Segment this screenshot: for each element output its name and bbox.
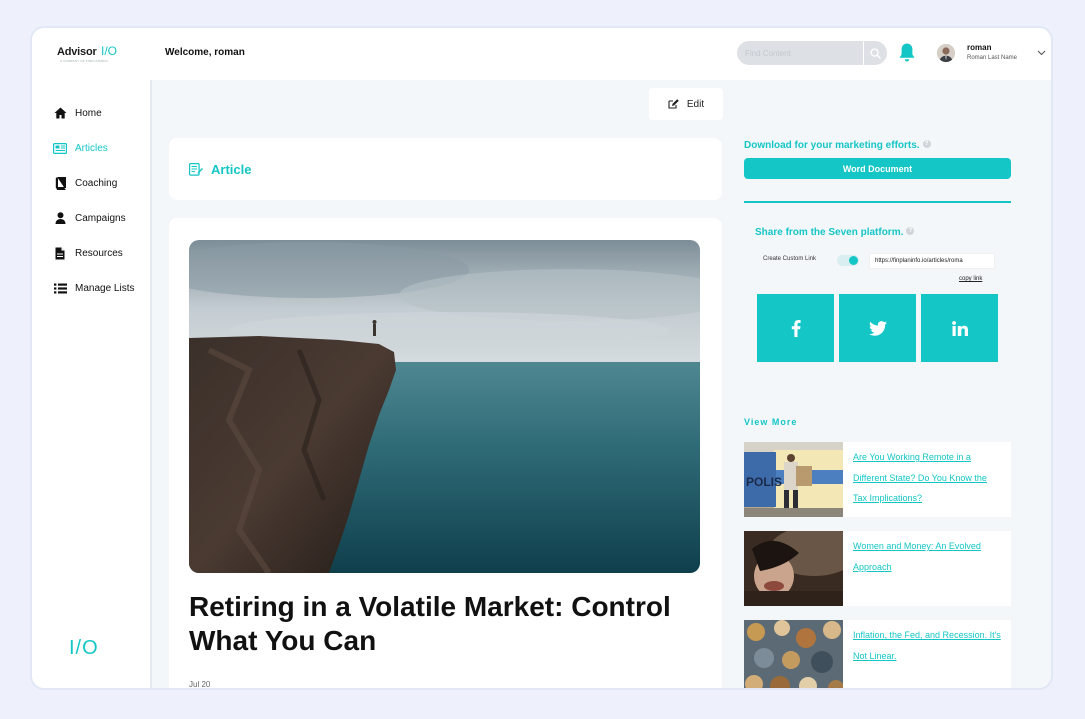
sidebar-item-label: Resources <box>75 247 123 259</box>
share-title: Share from the Seven platform.? <box>755 227 915 238</box>
view-more-thumbnail <box>744 531 843 606</box>
view-more-thumbnail <box>744 620 843 688</box>
view-more-title: View More <box>744 417 798 427</box>
share-title-text: Share from the Seven platform. <box>755 227 904 238</box>
view-more-link[interactable]: Women and Money: An Evolved Approach <box>843 531 1011 606</box>
logo-tagline: A COMPANY OF FINPLANINFO <box>60 59 109 63</box>
search-button[interactable] <box>863 41 887 65</box>
facebook-icon <box>791 319 801 337</box>
share-link-field[interactable]: https://finplaninfo.io/articles/roma <box>869 253 995 269</box>
advisor-io-logo[interactable]: Advisor I/O A COMPANY OF FINPLANINFO <box>57 42 118 63</box>
top-bar: Advisor I/O A COMPANY OF FINPLANINFO Wel… <box>32 28 1051 80</box>
twitter-share-button[interactable] <box>839 294 916 362</box>
download-title: Download for your marketing efforts.? <box>744 140 931 151</box>
newspaper-icon <box>53 141 67 155</box>
sidebar-item-label: Coaching <box>75 177 118 189</box>
word-document-button[interactable]: Word Document <box>744 158 1011 179</box>
user-icon <box>53 211 67 225</box>
logo-io: I/O <box>101 44 118 58</box>
sidebar-item-label: Home <box>75 107 102 119</box>
sidebar-item-resources[interactable]: Resources <box>53 245 123 261</box>
sidebar-item-home[interactable]: Home <box>53 105 102 121</box>
search-input[interactable] <box>737 48 855 58</box>
view-more-link[interactable]: Inflation, the Fed, and Recession. It's … <box>843 620 1011 688</box>
linkedin-icon <box>951 320 968 336</box>
view-more-link[interactable]: Are You Working Remote in a Different St… <box>843 442 1011 517</box>
avatar-image <box>937 44 955 62</box>
view-more-card[interactable]: Women and Money: An Evolved Approach <box>744 531 1011 606</box>
section-divider <box>744 201 1011 203</box>
custom-link-toggle[interactable] <box>837 255 859 266</box>
sidebar-item-campaigns[interactable]: Campaigns <box>53 210 126 226</box>
bell-icon <box>899 43 915 62</box>
home-icon <box>53 106 67 120</box>
sidebar-item-label: Campaigns <box>75 212 126 224</box>
user-full-name: Roman Last Name <box>967 55 1018 61</box>
file-icon <box>53 246 67 260</box>
chevron-down-icon[interactable] <box>1037 48 1046 58</box>
welcome-text: Welcome, roman <box>165 47 245 58</box>
info-icon[interactable]: ? <box>906 227 915 235</box>
toggle-knob <box>849 256 858 265</box>
logo-word: Advisor <box>57 46 97 58</box>
article-icon <box>189 162 203 176</box>
custom-link-label: Create Custom Link <box>763 256 817 262</box>
article-hero-image <box>189 240 700 573</box>
article-section-header: Article <box>169 138 722 200</box>
user-name[interactable]: roman <box>967 43 991 52</box>
user-avatar[interactable] <box>937 44 955 62</box>
notifications-button[interactable] <box>898 42 916 64</box>
edit-button[interactable]: Edit <box>649 88 723 120</box>
edit-label: Edit <box>686 98 705 110</box>
article-section-label: Article <box>211 161 252 177</box>
list-icon <box>53 281 67 295</box>
linkedin-share-button[interactable] <box>921 294 998 362</box>
info-icon[interactable]: ? <box>922 140 931 148</box>
sidebar-item-label: Manage Lists <box>75 282 135 294</box>
sidebar-item-coaching[interactable]: Coaching <box>53 175 117 191</box>
article-date: Jul 20 <box>189 680 211 689</box>
search-icon <box>870 47 881 59</box>
app-window: Advisor I/O A COMPANY OF FINPLANINFO Wel… <box>30 26 1053 690</box>
sidebar-item-manage-lists[interactable]: Manage Lists <box>53 280 134 296</box>
copy-link-button[interactable]: copy link <box>959 276 982 282</box>
edit-icon <box>668 99 679 109</box>
article-card: Retiring in a Volatile Market: Control W… <box>169 218 722 689</box>
facebook-share-button[interactable] <box>757 294 834 362</box>
svg-text:POLIS: POLIS <box>746 475 782 489</box>
twitter-icon <box>868 320 887 336</box>
sidebar: Home Articles Coaching Campaigns Resourc… <box>32 80 152 688</box>
view-more-thumbnail: POLIS <box>744 442 843 517</box>
sidebar-footer-logo: I/O <box>69 637 99 659</box>
sidebar-item-articles[interactable]: Articles <box>53 140 108 156</box>
download-title-text: Download for your marketing efforts. <box>744 140 920 151</box>
view-more-card[interactable]: POLIS Are You Working Remote in a Differ… <box>744 442 1011 517</box>
book-icon <box>53 176 67 190</box>
view-more-card[interactable]: Inflation, the Fed, and Recession. It's … <box>744 620 1011 688</box>
sidebar-item-label: Articles <box>75 142 108 154</box>
search-bar <box>737 41 887 65</box>
article-title: Retiring in a Volatile Market: Control W… <box>189 591 671 656</box>
